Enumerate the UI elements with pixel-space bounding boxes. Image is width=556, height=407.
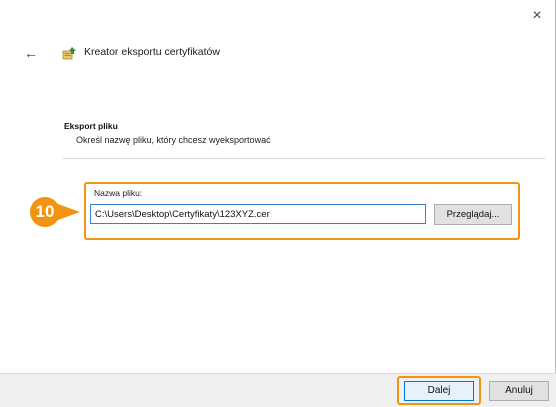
header-divider — [63, 158, 545, 159]
browse-button[interactable]: Przeglądaj... — [434, 204, 512, 225]
step-number-badge: 10 — [30, 197, 60, 227]
certificate-wizard-icon — [62, 47, 76, 60]
next-button[interactable]: Dalej — [404, 381, 474, 401]
cancel-button[interactable]: Anuluj — [489, 381, 549, 401]
step-pointer-arrow — [58, 204, 80, 220]
close-icon[interactable]: × — [527, 6, 547, 26]
certificate-export-wizard-window: × ← Kreator eksportu certyfikatów Ekspor… — [0, 0, 556, 407]
section-description: Określ nazwę pliku, który chcesz wyekspo… — [76, 135, 271, 145]
file-name-input[interactable] — [90, 204, 426, 224]
section-heading: Eksport pliku — [64, 121, 118, 131]
back-arrow-icon[interactable]: ← — [24, 44, 42, 62]
file-name-label: Nazwa pliku: — [94, 188, 143, 198]
window-title: Kreator eksportu certyfikatów — [84, 46, 220, 58]
